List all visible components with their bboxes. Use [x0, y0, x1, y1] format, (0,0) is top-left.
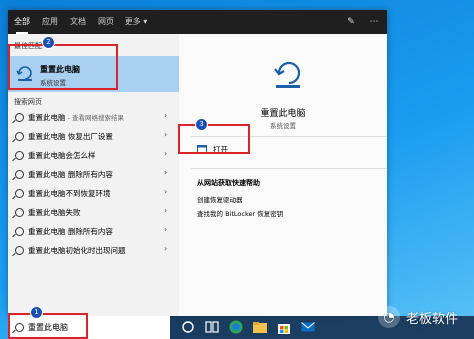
taskbar-search-box[interactable]: 重置此电脑	[8, 316, 170, 339]
web-result-text: 重置此电脑 恢复出厂设置	[28, 132, 113, 141]
web-result-text: 重置此电脑	[28, 113, 66, 122]
reset-pc-icon	[274, 61, 301, 88]
task-view-grid-icon[interactable]	[204, 319, 220, 335]
chevron-right-icon[interactable]: ›	[164, 206, 167, 215]
open-icon	[197, 145, 207, 153]
web-result-text: 重置此电脑 删除所有内容	[28, 227, 113, 236]
chevron-right-icon[interactable]: ›	[164, 225, 167, 234]
web-result-item[interactable]: 重置此电脑 删除所有内容 ›	[8, 222, 179, 241]
annotation-badge-1: 1	[30, 306, 43, 319]
web-result-item[interactable]: 重置此电脑初始化时出现问题 ›	[8, 241, 179, 260]
web-result-text: 重置此电脑不到恢复环境	[28, 189, 111, 198]
preview-pane: 重置此电脑 系统设置 打开 从网站获取快速帮助 创建恢复驱动器 查找我的 Bit…	[179, 34, 387, 316]
best-match-item[interactable]: 重置此电脑 系统设置	[8, 56, 179, 92]
reset-pc-icon	[16, 66, 32, 81]
tab-all[interactable]: 全部	[12, 10, 32, 34]
task-view-icon[interactable]	[180, 319, 196, 335]
search-icon	[15, 246, 24, 255]
preview-title: 重置此电脑	[260, 109, 306, 119]
search-icon	[15, 151, 24, 160]
web-result-item[interactable]: 重置此电脑不到恢复环境 ›	[8, 184, 179, 203]
store-icon[interactable]	[276, 319, 292, 335]
chevron-right-icon[interactable]: ›	[164, 111, 167, 120]
help-link-recovery-drive[interactable]: 创建恢复驱动器	[197, 194, 243, 204]
preview-subtitle: 系统设置	[270, 122, 296, 130]
results-list: 最佳匹配 重置此电脑 系统设置 搜索网页 重置此电脑 - 查看网络搜索结果 › …	[8, 34, 179, 316]
search-icon	[15, 113, 24, 122]
web-result-text: 重置此电脑初始化时出现问题	[28, 246, 126, 255]
tab-web[interactable]: 网页	[96, 10, 116, 34]
web-section-label: 搜索网页	[14, 98, 42, 106]
search-icon	[15, 170, 24, 179]
divider	[191, 136, 387, 137]
chevron-right-icon[interactable]: ›	[164, 168, 167, 177]
web-result-text: 重置此电脑会怎么样	[28, 151, 96, 160]
search-icon	[15, 208, 24, 217]
start-search-panel: 全部 应用 文档 网页 更多 ▾ ✎ ⋯ 最佳匹配 重置此电脑 系统设置 搜索网…	[8, 10, 387, 316]
chevron-right-icon[interactable]: ›	[164, 149, 167, 158]
web-result-text: 重置此电脑 删除所有内容	[28, 170, 113, 179]
help-link-bitlocker-key[interactable]: 查找我的 BitLocker 恢复密钥	[197, 208, 283, 218]
web-result-subtext: - 查看网络搜索结果	[65, 114, 124, 122]
web-result-item[interactable]: 重置此电脑 - 查看网络搜索结果 ›	[8, 108, 179, 127]
search-icon	[15, 189, 24, 198]
divider	[191, 168, 387, 169]
search-filter-bar: 全部 应用 文档 网页 更多 ▾ ✎ ⋯	[8, 10, 387, 34]
feedback-icon[interactable]: ✎	[343, 10, 359, 34]
file-explorer-icon[interactable]	[252, 319, 268, 335]
chevron-right-icon[interactable]: ›	[164, 130, 167, 139]
help-section-title: 从网站获取快速帮助	[197, 179, 260, 187]
annotation-badge-3: 3	[195, 118, 208, 131]
tab-apps[interactable]: 应用	[40, 10, 60, 34]
watermark: ◔ 老板软件	[377, 304, 458, 330]
web-result-item[interactable]: 重置此电脑 删除所有内容 ›	[8, 165, 179, 184]
web-result-item[interactable]: 重置此电脑失败 ›	[8, 203, 179, 222]
wechat-logo-icon: ◔	[377, 306, 400, 328]
search-icon	[15, 227, 24, 236]
search-input[interactable]: 重置此电脑	[28, 322, 68, 333]
search-icon	[15, 323, 24, 332]
best-match-label: 最佳匹配	[14, 42, 42, 50]
search-icon	[15, 132, 24, 141]
chevron-right-icon[interactable]: ›	[164, 187, 167, 196]
web-result-item[interactable]: 重置此电脑 恢复出厂设置 ›	[8, 127, 179, 146]
edge-browser-icon[interactable]	[228, 319, 244, 335]
chevron-right-icon[interactable]: ›	[164, 244, 167, 253]
annotation-badge-2: 2	[42, 36, 55, 49]
mail-icon[interactable]	[300, 319, 316, 335]
tab-more[interactable]: 更多 ▾	[120, 10, 152, 34]
tab-documents[interactable]: 文档	[68, 10, 88, 34]
web-result-item[interactable]: 重置此电脑会怎么样 ›	[8, 146, 179, 165]
web-result-text: 重置此电脑失败	[28, 208, 81, 217]
watermark-text: 老板软件	[405, 311, 458, 327]
best-match-subtitle: 系统设置	[40, 79, 66, 87]
more-options-icon[interactable]: ⋯	[366, 10, 382, 34]
best-match-title: 重置此电脑	[40, 65, 80, 74]
open-label: 打开	[213, 145, 228, 154]
